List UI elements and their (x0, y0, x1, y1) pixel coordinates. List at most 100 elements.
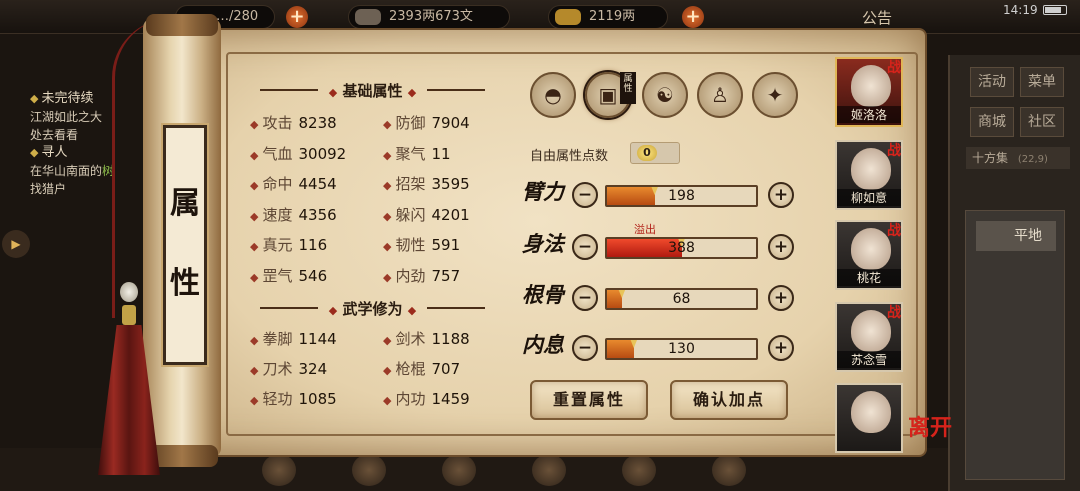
dock-item[interactable] (262, 454, 296, 486)
menu-button[interactable]: 菜单 (1020, 67, 1064, 97)
character-portrait[interactable]: 战苏念雪 (835, 302, 903, 372)
character-portrait[interactable]: 战姬洛洛 (835, 57, 903, 127)
diamond-bullet-icon: ◆ (250, 209, 259, 223)
battle-tag: 战 (887, 223, 901, 239)
dock-item[interactable] (442, 454, 476, 486)
attribute-label: 命中 (262, 175, 293, 193)
attribute-label: 轻功 (262, 390, 293, 408)
battle-tag: 战 (887, 60, 901, 76)
diamond-bullet-icon: ◆ (250, 179, 259, 192)
map-cell[interactable]: 平地 (965, 210, 1065, 480)
leave-button[interactable]: 离开 (908, 410, 952, 442)
stat-bar: 198 (605, 185, 758, 207)
dock-item[interactable] (352, 454, 386, 486)
decrease-button[interactable]: − (572, 335, 598, 361)
diamond-bullet-icon: ◆ (250, 394, 259, 407)
notice-button[interactable]: 公告 (862, 7, 892, 28)
compass-icon[interactable]: ✦ (752, 72, 798, 118)
attribute-value: 4454 (298, 175, 337, 193)
hat-icon[interactable]: ◓ (530, 72, 576, 118)
yinyang-icon[interactable]: ☯ (642, 72, 688, 118)
body-icon[interactable]: ♙ (697, 72, 743, 118)
increase-button[interactable]: + (768, 335, 794, 361)
stat-value: 130 (668, 341, 695, 357)
add-gold-button[interactable]: + (682, 6, 704, 28)
expand-arrow-icon[interactable]: ▶ (2, 230, 30, 258)
reset-attributes-button[interactable]: 重置属性 (530, 380, 648, 420)
diamond-bullet-icon: ◆ (383, 364, 392, 377)
attribute-value: 3595 (431, 175, 470, 193)
attribute-label: 罡气 (262, 266, 293, 285)
attribute-label: 韧性 (395, 236, 426, 254)
decrease-button[interactable]: − (572, 285, 598, 311)
increase-button[interactable]: + (768, 182, 794, 208)
avatar (851, 310, 891, 352)
avatar (851, 228, 891, 270)
dock-item[interactable] (622, 454, 656, 486)
attribute-item: ◆ 罡气 546 (250, 265, 327, 286)
activity-button[interactable]: 活动 (970, 67, 1014, 97)
character-name: 姬洛洛 (837, 106, 901, 123)
tassel-ring (122, 305, 136, 325)
decrease-button[interactable]: − (572, 182, 598, 208)
stat-bar: 68 (605, 288, 758, 310)
increase-button[interactable]: + (768, 234, 794, 260)
attribute-value: 707 (431, 360, 461, 378)
attribute-item: ◆ 速度 4356 (250, 204, 337, 225)
attribute-value: 1085 (298, 390, 337, 408)
attribute-value: 546 (298, 266, 328, 285)
dock-item[interactable] (712, 454, 746, 486)
attribute-label: 聚气 (395, 144, 426, 163)
stat-bar: 130 (605, 338, 758, 360)
diamond-bullet-icon: ◆ (383, 270, 392, 284)
attribute-label: 真元 (262, 236, 293, 254)
diamond-bullet-icon: ◆ (383, 148, 392, 162)
martial-cultivation-title: ◆ 武学修为 ◆ (260, 298, 485, 319)
character-portrait[interactable]: 战柳如意 (835, 140, 903, 210)
avatar (851, 65, 891, 107)
attribute-item: ◆ 聚气 11 (383, 143, 451, 164)
right-side-panel: 活动 菜单 商城 社区 十方集 (22,9) 平地 (948, 55, 1080, 491)
character-portrait[interactable]: 战桃花 (835, 220, 903, 290)
attribute-item: ◆ 刀术 324 (250, 358, 327, 379)
add-stamina-button[interactable]: + (286, 6, 308, 28)
gold-value: 2119两 (589, 9, 636, 24)
location-info: 十方集 (22,9) (966, 147, 1070, 169)
diamond-bullet-icon: ◆ (250, 270, 259, 284)
stat-bar: 388 (605, 237, 758, 259)
attribute-label: 拳脚 (262, 330, 293, 348)
attribute-value: 757 (431, 266, 461, 285)
overflow-label: 溢出 (634, 223, 656, 236)
attribute-label: 刀术 (262, 360, 293, 378)
diamond-bullet-icon: ◆ (250, 240, 259, 253)
character-portrait[interactable] (835, 383, 903, 453)
dock-item[interactable] (532, 454, 566, 486)
stat-value: 68 (672, 291, 691, 307)
roller-cap-top (146, 14, 218, 36)
attribute-value: 30092 (298, 144, 347, 163)
status-clock: 14:19 (1003, 3, 1038, 17)
increase-button[interactable]: + (768, 285, 794, 311)
stat-name: 内息 (522, 332, 564, 357)
attribute-value: 1144 (298, 330, 337, 348)
attribute-item: ◆ 真元 116 (250, 234, 327, 255)
confirm-points-button[interactable]: 确认加点 (670, 380, 788, 420)
community-button[interactable]: 社区 (1020, 107, 1064, 137)
decrease-button[interactable]: − (572, 234, 598, 260)
character-name: 柳如意 (837, 189, 901, 206)
avatar (851, 391, 891, 433)
diamond-bullet-icon: ◆ (383, 334, 392, 347)
silver-icon (355, 9, 381, 25)
attribute-label: 气血 (262, 144, 293, 163)
scroll-title: 属 性 (163, 125, 207, 365)
attribute-item: ◆ 躲闪 4201 (383, 204, 470, 225)
mall-button[interactable]: 商城 (970, 107, 1014, 137)
attribute-item: ◆ 轻功 1085 (250, 388, 337, 409)
stat-name: 臂力 (522, 179, 564, 204)
attribute-item: ◆ 内劲 757 (383, 265, 460, 286)
diamond-bullet-icon: ◆ (250, 148, 259, 162)
attribute-label: 速度 (262, 205, 293, 224)
attribute-item: ◆ 防御 7904 (383, 112, 470, 133)
attribute-value: 8238 (298, 114, 337, 132)
free-points-value: 0 (637, 145, 657, 161)
